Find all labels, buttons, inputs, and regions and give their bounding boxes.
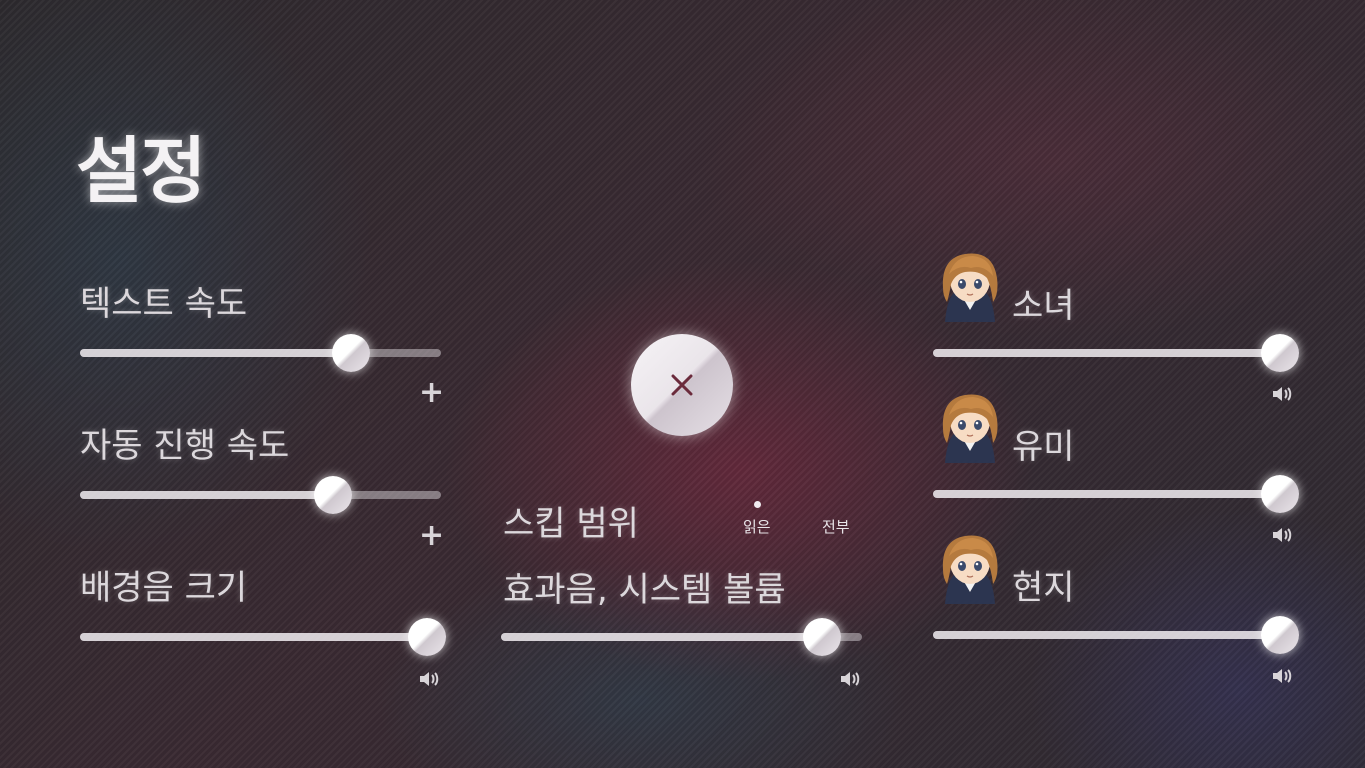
text-speed-plus-icon[interactable]: + (419, 378, 444, 408)
bgm-speaker-icon[interactable] (419, 670, 441, 688)
auto-speed-plus-icon[interactable]: + (419, 521, 444, 551)
voice-volume-fill (933, 631, 1280, 639)
voice-name-label: 현지 (1012, 568, 1075, 608)
skip-selected-indicator (754, 501, 761, 508)
bgm-volume-knob[interactable] (407, 618, 446, 656)
voice-volume-slider[interactable] (933, 475, 1299, 513)
voice-name-label: 소녀 (1012, 286, 1075, 326)
voice-volume-knob[interactable] (1260, 334, 1299, 372)
voice-name-label: 유미 (1012, 427, 1075, 467)
voice-avatar-1 (942, 253, 998, 322)
se-volume-slider[interactable] (501, 618, 862, 656)
voice-speaker-icon[interactable] (1272, 385, 1294, 403)
voice-volume-slider[interactable] (933, 334, 1299, 372)
auto-speed-label: 자동 진행 속도 (80, 426, 290, 466)
voice-volume-fill (933, 490, 1280, 498)
close-button[interactable] (631, 334, 733, 436)
voice-volume-fill (933, 349, 1280, 357)
close-icon (671, 374, 693, 396)
voice-avatar-2 (942, 394, 998, 463)
text-speed-fill (80, 349, 351, 357)
voice-volume-knob[interactable] (1260, 475, 1299, 513)
bgm-volume-slider[interactable] (80, 618, 446, 656)
skip-option-all[interactable]: 전부 (822, 516, 850, 537)
text-speed-knob[interactable] (331, 334, 370, 372)
auto-speed-slider[interactable] (80, 476, 441, 514)
se-volume-fill (501, 633, 823, 641)
auto-speed-fill (80, 491, 333, 499)
text-speed-label: 텍스트 속도 (80, 284, 248, 324)
auto-speed-knob[interactable] (313, 476, 352, 514)
voice-speaker-icon[interactable] (1272, 667, 1294, 685)
voice-speaker-icon[interactable] (1272, 526, 1294, 544)
page-title: 설정 (76, 129, 206, 213)
se-volume-label: 효과음, 시스템 볼륨 (503, 570, 786, 610)
bgm-volume-fill (80, 633, 427, 641)
se-speaker-icon[interactable] (840, 670, 862, 688)
se-volume-knob[interactable] (803, 618, 842, 656)
voice-volume-knob[interactable] (1260, 616, 1299, 654)
bgm-volume-label: 배경음 크기 (80, 568, 248, 608)
skip-option-read[interactable]: 읽은 (743, 516, 771, 537)
voice-volume-slider[interactable] (933, 616, 1299, 654)
voice-avatar-3 (942, 535, 998, 604)
skip-range-label: 스킵 범위 (503, 504, 639, 544)
text-speed-slider[interactable] (80, 334, 441, 372)
